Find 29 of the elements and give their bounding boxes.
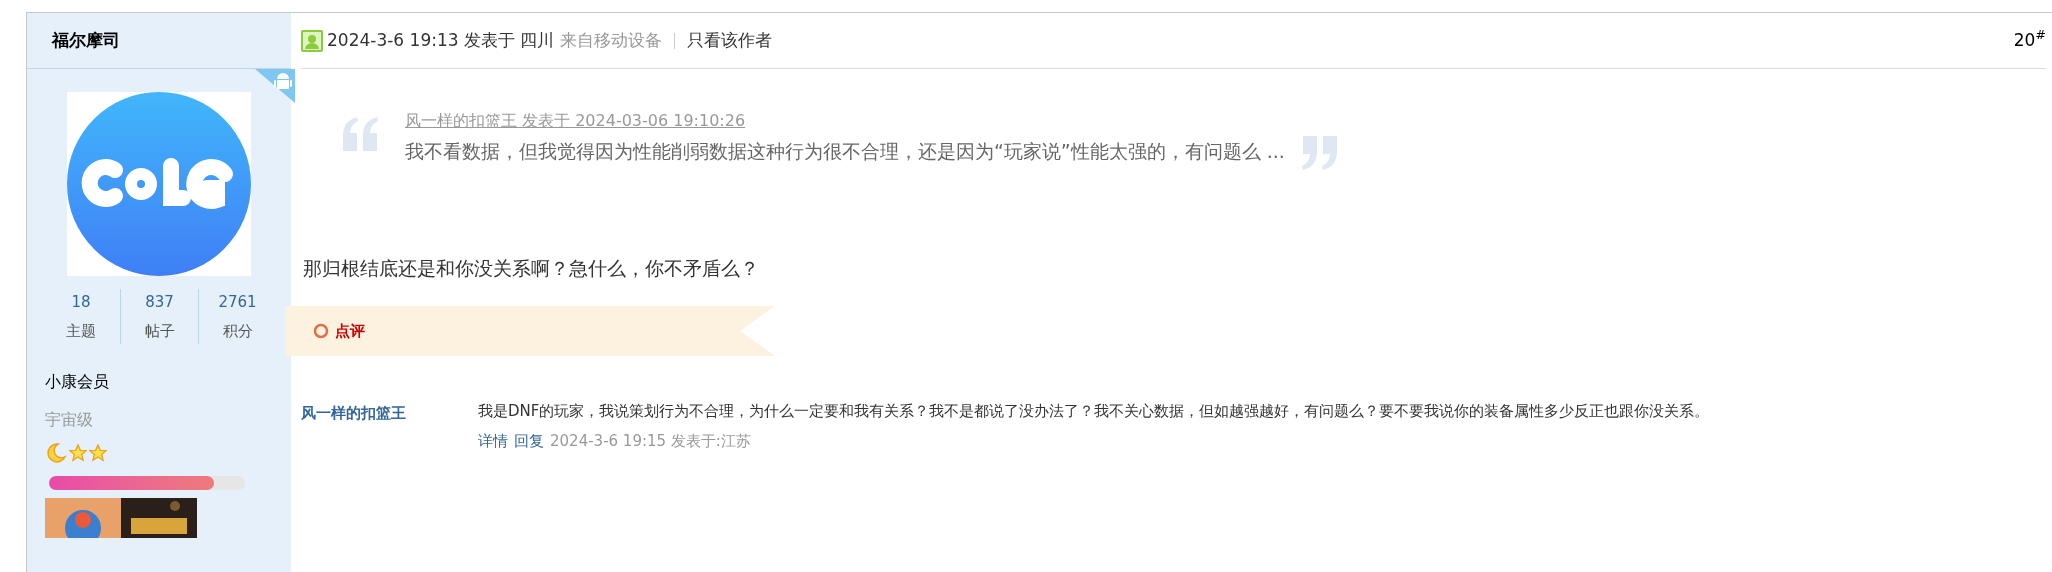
detail-link[interactable]: 详情 <box>478 430 508 453</box>
stat-count[interactable]: 18 <box>71 291 91 314</box>
circle-icon <box>313 323 329 339</box>
post-source: 来自移动设备 <box>560 28 663 52</box>
user-icon <box>301 29 323 52</box>
post-date: 2024-3-6 19:13 发表于 四川 <box>327 28 555 52</box>
post-body: 那归根结底还是和你没关系啊？急什么，你不矛盾么？ <box>303 255 760 281</box>
comment-time: 2024-3-6 19:15 发表于:江苏 <box>550 431 751 452</box>
quote-text: 我不看数据，但我觉得因为性能削弱数据这种行为很不合理，还是因为“玩家说”性能太强的，有问题么 ... <box>405 139 1285 164</box>
user-rank: 宇宙级 <box>45 409 94 431</box>
stat-label: 主题 <box>66 320 96 342</box>
commenter-name[interactable]: 风一样的扣篮王 <box>301 400 478 453</box>
stat-count[interactable]: 2761 <box>218 291 257 314</box>
stat-label: 帖子 <box>144 320 175 342</box>
moon-icon <box>45 442 67 464</box>
stat-count[interactable]: 837 <box>145 291 174 314</box>
android-icon <box>255 69 295 103</box>
floor-number[interactable]: 20$^{#}$ <box>2013 27 2046 54</box>
avatar[interactable] <box>67 92 251 276</box>
reply-link[interactable]: 回复 <box>514 430 544 453</box>
stat-label: 积分 <box>222 320 253 342</box>
author-only-link[interactable]: 只看该作者 <box>687 27 773 54</box>
author-name[interactable]: 福尔摩司 <box>52 27 120 54</box>
star-icon <box>89 444 107 462</box>
star-icon <box>69 444 87 462</box>
user-group[interactable]: 小康会员 <box>45 370 291 394</box>
open-quote-icon <box>341 115 381 151</box>
comments-heading: 点评 <box>335 320 365 342</box>
comment-text: 我是DNF的玩家，我说策划行为不合理，为什么一定要和我有关系？我不是都说了没办法了？我不关心数据，但如越强越好，有问题么？要不要我说你的装备属性多少反正也跟你没关系。 <box>478 401 1710 422</box>
